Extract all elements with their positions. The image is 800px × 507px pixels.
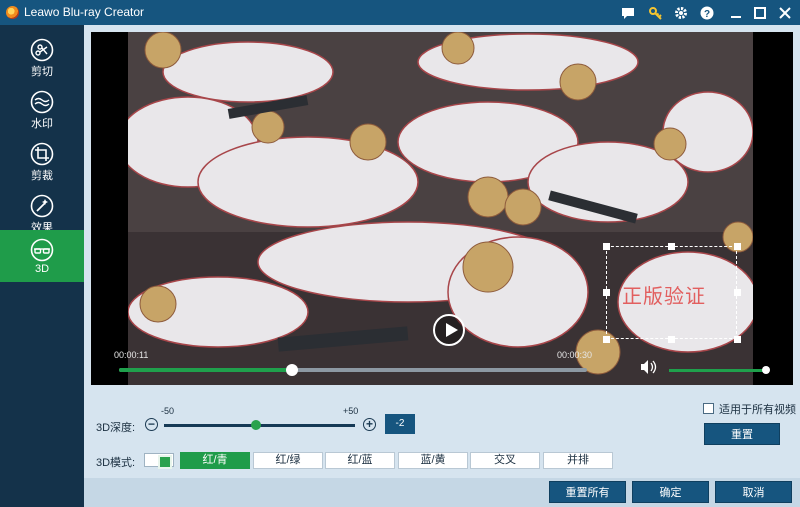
help-icon[interactable]: ? — [697, 3, 717, 23]
sidebar-item-crop[interactable]: 剪裁 — [0, 134, 84, 186]
mode-option-red-blue[interactable]: 红/蓝 — [325, 452, 395, 469]
main-panel: 正版验证 00:00:11 00:00:30 3D深度: -50 +50 − +… — [84, 25, 800, 507]
watermark-selection-box[interactable] — [606, 246, 737, 339]
mode-option-side-by-side[interactable]: 并排 — [543, 452, 613, 469]
title-bar: Leawo Blu-ray Creator ? — [0, 0, 800, 25]
mode-toggle[interactable] — [144, 453, 174, 469]
svg-text:?: ? — [704, 9, 710, 20]
resize-handle[interactable] — [668, 243, 675, 250]
minimize-icon[interactable] — [726, 3, 746, 23]
apply-all-label: 适用于所有视频 — [719, 404, 796, 416]
resize-handle[interactable] — [734, 243, 741, 250]
resize-handle[interactable] — [734, 289, 741, 296]
sidebar-item-cut[interactable]: 剪切 — [0, 30, 84, 82]
seek-bar[interactable] — [119, 364, 587, 376]
video-player[interactable]: 正版验证 00:00:11 00:00:30 — [91, 32, 793, 385]
apply-all-checkbox[interactable]: 适用于所有视频 — [703, 401, 796, 417]
message-icon[interactable] — [618, 3, 638, 23]
mode-option-blue-yellow[interactable]: 蓝/黄 — [398, 452, 468, 469]
mode-label: 3D模式: — [96, 457, 136, 469]
cancel-button[interactable]: 取消 — [715, 481, 792, 503]
close-icon[interactable] — [775, 3, 795, 23]
volume-icon[interactable] — [639, 358, 657, 376]
ok-button[interactable]: 确定 — [632, 481, 709, 503]
sidebar-item-watermark[interactable]: 水印 — [0, 82, 84, 134]
gear-icon[interactable] — [671, 3, 691, 23]
total-time: 00:00:30 — [557, 350, 593, 360]
mode-option-cross[interactable]: 交叉 — [470, 452, 540, 469]
depth-decrease-button[interactable]: − — [145, 418, 158, 431]
sidebar-item-label: 水印 — [31, 118, 53, 130]
reset-button[interactable]: 重置 — [704, 423, 780, 445]
checkbox-box[interactable] — [703, 403, 714, 414]
crop-icon — [30, 142, 54, 166]
volume-slider[interactable] — [669, 369, 765, 372]
reset-all-button[interactable]: 重置所有 — [549, 481, 626, 503]
resize-handle[interactable] — [734, 336, 741, 343]
play-button[interactable] — [433, 314, 465, 346]
watermark-icon — [30, 90, 54, 114]
depth-min-label: -50 — [161, 406, 175, 416]
mode-option-red-cyan[interactable]: 红/青 — [180, 452, 250, 469]
volume-handle[interactable] — [762, 366, 770, 374]
key-icon[interactable] — [646, 3, 666, 23]
app-title: Leawo Blu-ray Creator — [24, 5, 145, 19]
resize-handle[interactable] — [603, 289, 610, 296]
depth-max-label: +50 — [343, 406, 359, 416]
resize-handle[interactable] — [603, 243, 610, 250]
resize-handle[interactable] — [668, 336, 675, 343]
app-logo-icon — [6, 6, 19, 19]
3d-glasses-icon — [30, 238, 54, 262]
sidebar-item-label: 剪切 — [31, 66, 53, 78]
depth-label: 3D深度: — [96, 422, 136, 434]
depth-value-field[interactable]: -2 — [385, 414, 415, 434]
app-window: Leawo Blu-ray Creator ? 剪切 水印 剪裁 效果 3D 正… — [0, 0, 800, 507]
sidebar: 剪切 水印 剪裁 效果 3D — [0, 25, 84, 507]
resize-handle[interactable] — [603, 336, 610, 343]
sidebar-item-label: 剪裁 — [31, 170, 53, 182]
maximize-icon[interactable] — [750, 3, 770, 23]
sidebar-item-label: 3D — [34, 263, 50, 275]
effect-icon — [30, 194, 54, 218]
scissors-icon — [30, 38, 54, 62]
depth-slider-handle[interactable] — [250, 420, 261, 430]
current-time: 00:00:11 — [114, 350, 149, 360]
mode-option-red-green[interactable]: 红/绿 — [253, 452, 323, 469]
sidebar-item-3d[interactable]: 3D — [0, 230, 84, 282]
depth-increase-button[interactable]: + — [363, 418, 376, 431]
seek-progress — [119, 368, 293, 372]
